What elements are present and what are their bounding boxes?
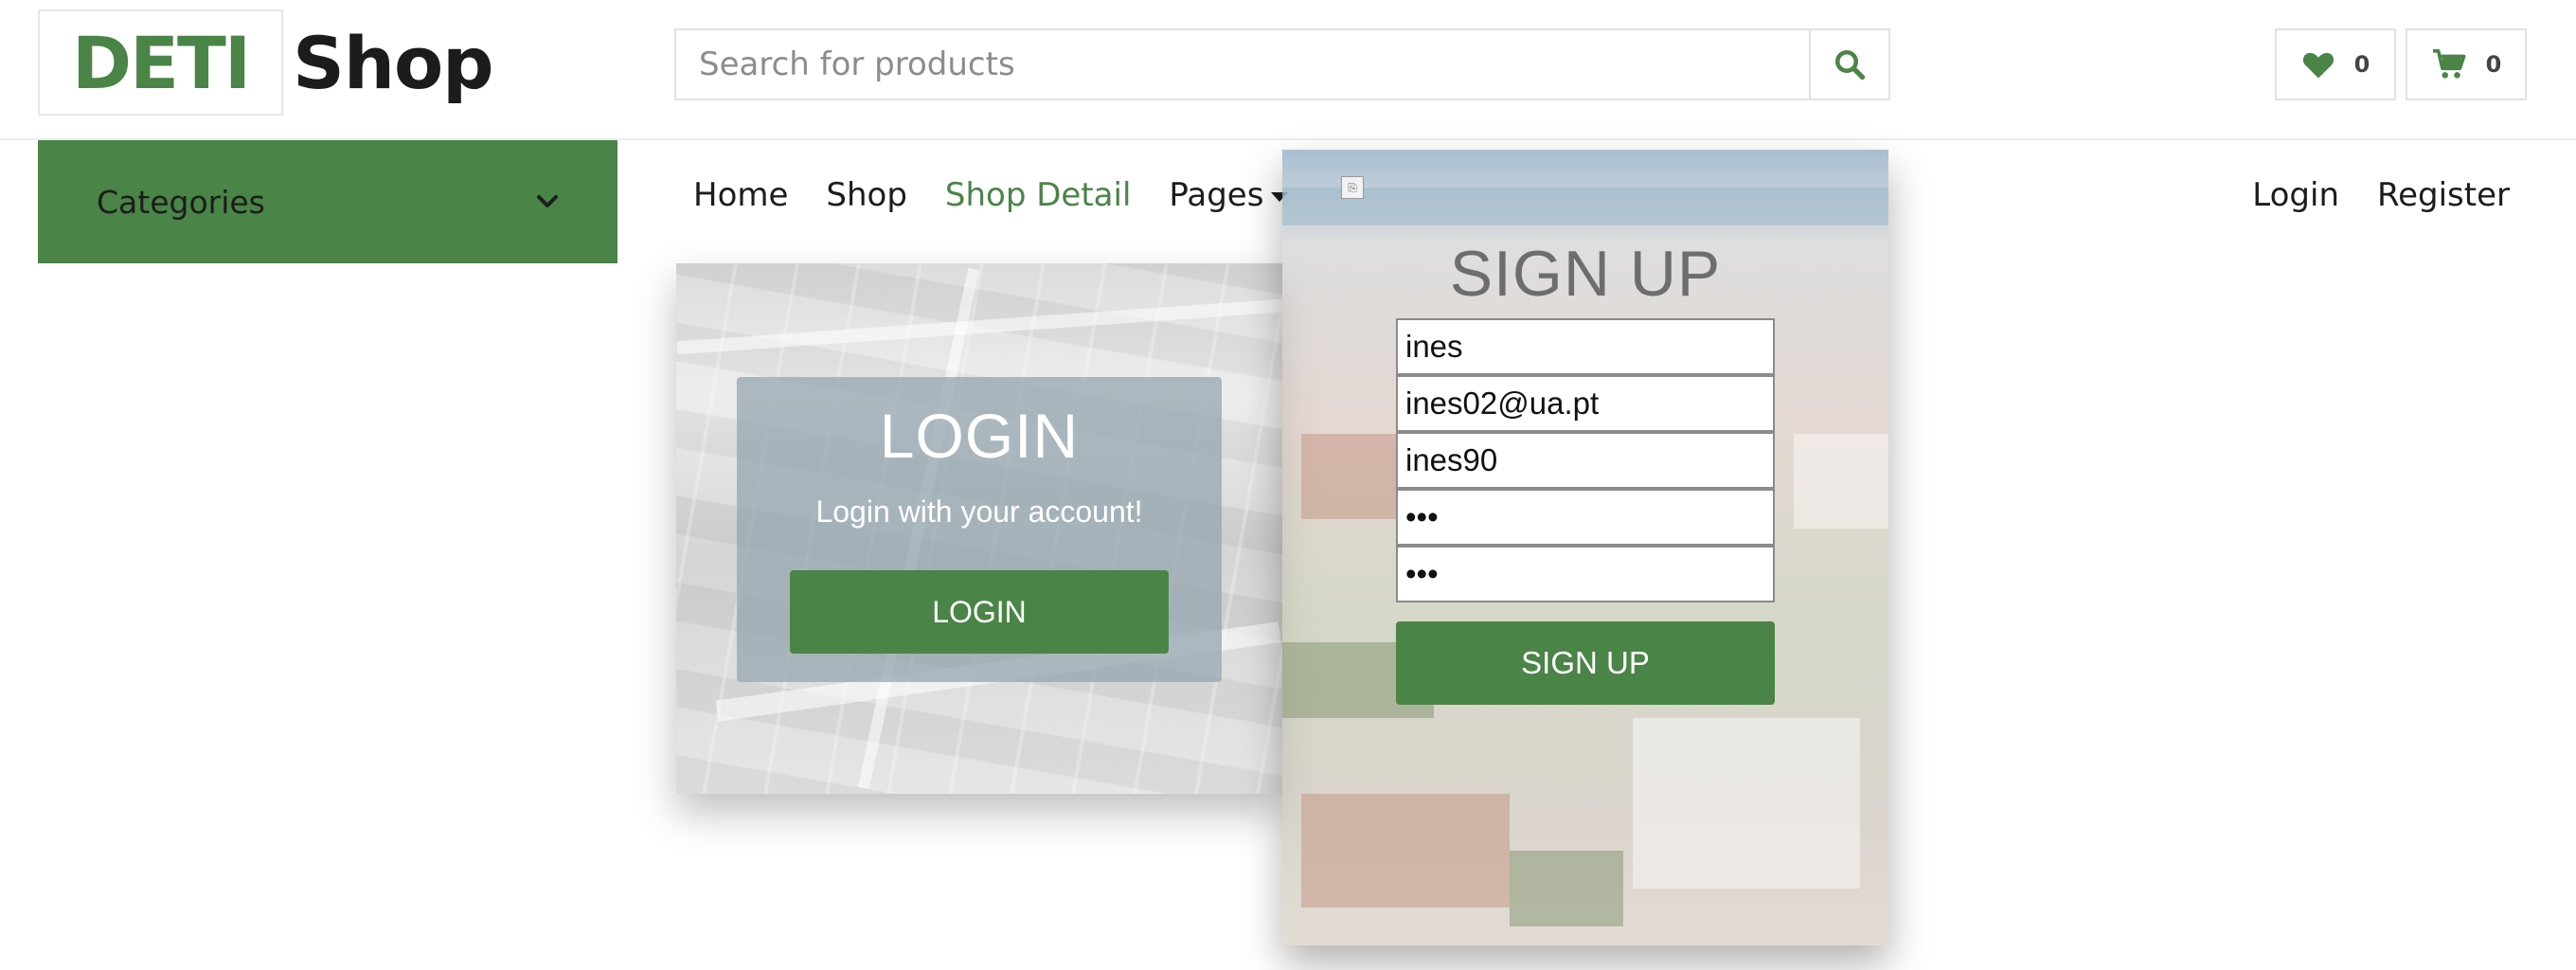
nav-shop-detail[interactable]: Shop Detail — [945, 176, 1131, 214]
nav-register[interactable]: Register — [2377, 176, 2510, 214]
login-title: LOGIN — [879, 401, 1080, 471]
search-icon — [1835, 50, 1866, 81]
signup-title: SIGN UP — [1449, 238, 1722, 310]
site-logo[interactable]: DETI Shop — [38, 8, 494, 117]
header-bar: DETI Shop 0 0 — [0, 0, 2576, 140]
signup-username-field[interactable] — [1396, 318, 1775, 375]
logo-box: DETI — [38, 9, 284, 116]
wishlist-count: 0 — [2353, 51, 2370, 78]
bg-road — [676, 298, 1282, 355]
shopping-cart-icon — [2432, 48, 2466, 79]
bg-building — [1794, 434, 1888, 529]
bg-building — [1301, 434, 1405, 519]
search-bar — [674, 28, 1890, 100]
heart-icon — [2302, 52, 2334, 79]
signup-email-field[interactable] — [1396, 375, 1775, 432]
cart-count: 0 — [2485, 51, 2502, 78]
nav-pages-label: Pages — [1169, 176, 1264, 214]
cart-button[interactable]: 0 — [2406, 28, 2527, 100]
nav-home[interactable]: Home — [693, 176, 788, 214]
wishlist-button[interactable]: 0 — [2275, 28, 2396, 100]
bg-building — [1510, 851, 1623, 926]
login-box: LOGIN Login with your account! LOGIN — [737, 377, 1222, 682]
signup-confirm-password-field[interactable] — [1396, 546, 1775, 602]
login-subtitle: Login with your account! — [815, 494, 1143, 529]
signup-button[interactable]: SIGN UP — [1396, 621, 1775, 705]
nav-login[interactable]: Login — [2252, 176, 2339, 214]
bg-building — [1301, 794, 1510, 907]
search-button[interactable] — [1809, 30, 1888, 99]
login-panel: LOGIN Login with your account! LOGIN — [676, 263, 1282, 794]
categories-label: Categories — [97, 183, 265, 221]
signup-password-field[interactable] — [1396, 489, 1775, 546]
login-button[interactable]: LOGIN — [790, 570, 1169, 654]
chevron-down-icon — [537, 195, 558, 207]
main-nav: Home Shop Shop Detail Pages — [693, 176, 1289, 214]
logo-text-shop: Shop — [293, 20, 493, 105]
account-nav: Login Register — [2252, 176, 2510, 214]
nav-shop[interactable]: Shop — [826, 176, 907, 214]
bg-building — [1282, 188, 1888, 225]
search-input[interactable] — [676, 30, 1809, 99]
nav-pages-dropdown[interactable]: Pages — [1169, 176, 1289, 214]
broken-image-icon: ⎘ — [1341, 176, 1364, 199]
logo-text-deti: DETI — [72, 20, 251, 105]
categories-dropdown[interactable]: Categories — [38, 140, 617, 263]
bg-building — [1633, 718, 1860, 889]
signup-nickname-field[interactable] — [1396, 432, 1775, 489]
signup-panel: ⎘ SIGN UP SIGN UP — [1282, 150, 1888, 945]
